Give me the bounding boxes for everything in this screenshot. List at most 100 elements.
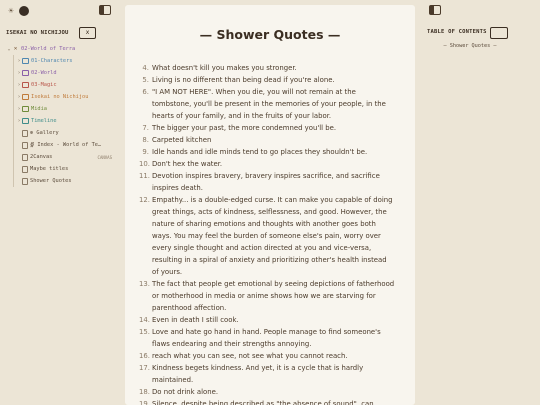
list-item-text: Empathy... is a double-edged curse. It c… [152, 196, 393, 276]
list-item-text: What doesn't kill you makes you stronger… [152, 64, 297, 72]
list-item-text: Devotion inspires bravery, bravery inspi… [152, 172, 380, 192]
list-item-number: 7. [142, 124, 149, 132]
sidebar-item[interactable]: ⌄ ✕ 02-World of Terra [6, 43, 116, 55]
list-item-text: reach what you can see, not see what you… [152, 352, 348, 360]
sun-icon[interactable]: ☀ [6, 6, 16, 16]
list-item: 10. Don't hex the water. [139, 158, 395, 170]
list-item-number: 13. [139, 280, 150, 288]
list-item-number: 12. [139, 196, 150, 204]
list-item-number: 18. [139, 388, 150, 396]
toc-heading: TABLE OF CONTENTS [427, 29, 487, 35]
note-page: — Shower Quotes — 4. What doesn't kill yo… [125, 5, 415, 405]
sidebar-item[interactable]: › Isekai no Nichijou [6, 91, 116, 103]
list-item: 13. The fact that people get emotional by… [139, 278, 395, 314]
toc-button[interactable] [490, 27, 508, 39]
file-icon [22, 141, 28, 149]
list-item: 6. "I AM NOT HERE". When you die, you wil… [139, 86, 395, 122]
sidebar-item-label: 02-World [31, 70, 57, 76]
list-item-number: 5. [142, 76, 149, 84]
sidebar-item-label: 02-World of Terra [21, 46, 76, 52]
file-icon [22, 129, 28, 137]
page-title: — Shower Quotes — [199, 27, 341, 42]
app-window: ☀ ISEKAI NO NICHIJOU x ⌄ ✕ 02-World of Ter… [0, 0, 540, 405]
quotes-list: 4. What doesn't kill you makes you strong… [139, 62, 395, 405]
list-item-text: Living is no different than being dead i… [152, 76, 335, 84]
sidebar-item-label: 03-Magic [31, 82, 57, 88]
folder-icon [22, 106, 29, 112]
list-item: 7. The bigger your past, the more condemn… [139, 122, 395, 134]
list-item: 16. reach what you can see, not see what … [139, 350, 395, 362]
folder-icon [22, 82, 29, 88]
list-item: 15. Love and hate go hand in hand. People… [139, 326, 395, 350]
sidebar-item[interactable]: Maybe titles [6, 163, 116, 175]
vault-name: ISEKAI NO NICHIJOU [6, 30, 69, 36]
list-item: 14. Even in death I still cook. [139, 314, 395, 326]
sidebar-item-label: Shower Quotes [30, 178, 72, 184]
list-item-text: The bigger your past, the more condemned… [152, 124, 337, 132]
root-icon: ✕ [13, 45, 18, 52]
folder-icon [22, 118, 29, 124]
sidebar-item[interactable]: › Timeline [6, 115, 116, 127]
list-item-text: Idle hands and idle minds tend to go pla… [152, 148, 368, 156]
list-item: 18. Do not drink alone. [139, 386, 395, 398]
list-item: 5. Living is no different than being dead… [139, 74, 395, 86]
moon-icon[interactable] [19, 6, 29, 16]
folder-icon [22, 70, 29, 76]
sidebar-item-label: 01-Characters [31, 58, 73, 64]
toc-item[interactable]: — Shower Quotes — [420, 43, 520, 49]
sidebar-item[interactable]: › 01-Characters [6, 55, 116, 67]
list-item-number: 14. [139, 316, 150, 324]
list-item-text: Even in death I still cook. [152, 316, 239, 324]
sidebar-item-label: Maybe titles [30, 166, 69, 172]
sidebar-item-label: ⊕ Gallery [30, 130, 59, 136]
sidebar-item[interactable]: › 02-World [6, 67, 116, 79]
list-item-text: Carpeted kitchen [152, 136, 212, 144]
left-sidebar: ☀ ISEKAI NO NICHIJOU x ⌄ ✕ 02-World of Ter… [0, 0, 118, 405]
file-icon [22, 165, 28, 173]
list-item-number: 17. [139, 364, 150, 372]
list-item-number: 8. [142, 136, 149, 144]
sidebar-item-label: ∯ Index - World of Te… [30, 142, 102, 148]
list-item-number: 15. [139, 328, 150, 336]
file-type-badge: CANVAS [97, 154, 112, 160]
folder-icon [22, 58, 29, 64]
vault-header: ISEKAI NO NICHIJOU x [6, 27, 118, 40]
list-item: 4. What doesn't kill you makes you strong… [139, 62, 395, 74]
folder-icon [22, 94, 29, 100]
file-icon [22, 153, 28, 161]
list-item-text: Silence, despite being described as "the… [152, 400, 374, 405]
sidebar-item-label: Isekai no Nichijou [31, 94, 89, 100]
list-item-number: 19. [139, 400, 150, 405]
list-item: 12. Empathy... is a double-edged curse. I… [139, 194, 395, 278]
right-sidebar-toggle-icon[interactable] [429, 5, 441, 15]
list-item-number: 11. [139, 172, 150, 180]
list-item-text: The fact that people get emotional by se… [152, 280, 395, 312]
sidebar-item[interactable]: Shower Quotes [6, 175, 116, 187]
list-item: 19. Silence, despite being described as "… [139, 398, 395, 405]
list-item-number: 16. [139, 352, 150, 360]
sidebar-item[interactable]: › 03-Magic [6, 79, 116, 91]
list-item-number: 6. [142, 88, 149, 96]
list-item: 11. Devotion inspires bravery, bravery in… [139, 170, 395, 194]
right-sidebar: TABLE OF CONTENTS — Shower Quotes — [420, 0, 540, 405]
sidebar-item[interactable]: 2Canvas CANVAS [6, 151, 116, 163]
sidebar-item-label: Midia [31, 106, 47, 112]
sidebar-item[interactable]: › Midia [6, 103, 116, 115]
list-item-number: 10. [139, 160, 150, 168]
list-item-text: "I AM NOT HERE". When you die, you will … [152, 88, 386, 120]
list-item-text: Don't hex the water. [152, 160, 223, 168]
sidebar-item-label: 2Canvas [30, 154, 53, 160]
list-item: 17. Kindness begets kindness. And yet, it… [139, 362, 395, 386]
close-icon[interactable]: x [79, 27, 96, 39]
list-item-number: 9. [142, 148, 149, 156]
sidebar-item[interactable]: ⊕ Gallery [6, 127, 116, 139]
sidebar-item-label: Timeline [31, 118, 57, 124]
theme-toggle[interactable]: ☀ [6, 6, 29, 16]
file-tree: ⌄ ✕ 02-World of Terra › 01-Characters › 02-Wor… [6, 43, 116, 187]
sidebar-item[interactable]: ∯ Index - World of Te… [6, 139, 116, 151]
list-item: 9. Idle hands and idle minds tend to go p… [139, 146, 395, 158]
list-item-number: 4. [142, 64, 149, 72]
list-item-text: Do not drink alone. [152, 388, 219, 396]
left-sidebar-toggle-icon[interactable] [99, 5, 111, 15]
list-item-text: Kindness begets kindness. And yet, it is… [152, 364, 364, 384]
